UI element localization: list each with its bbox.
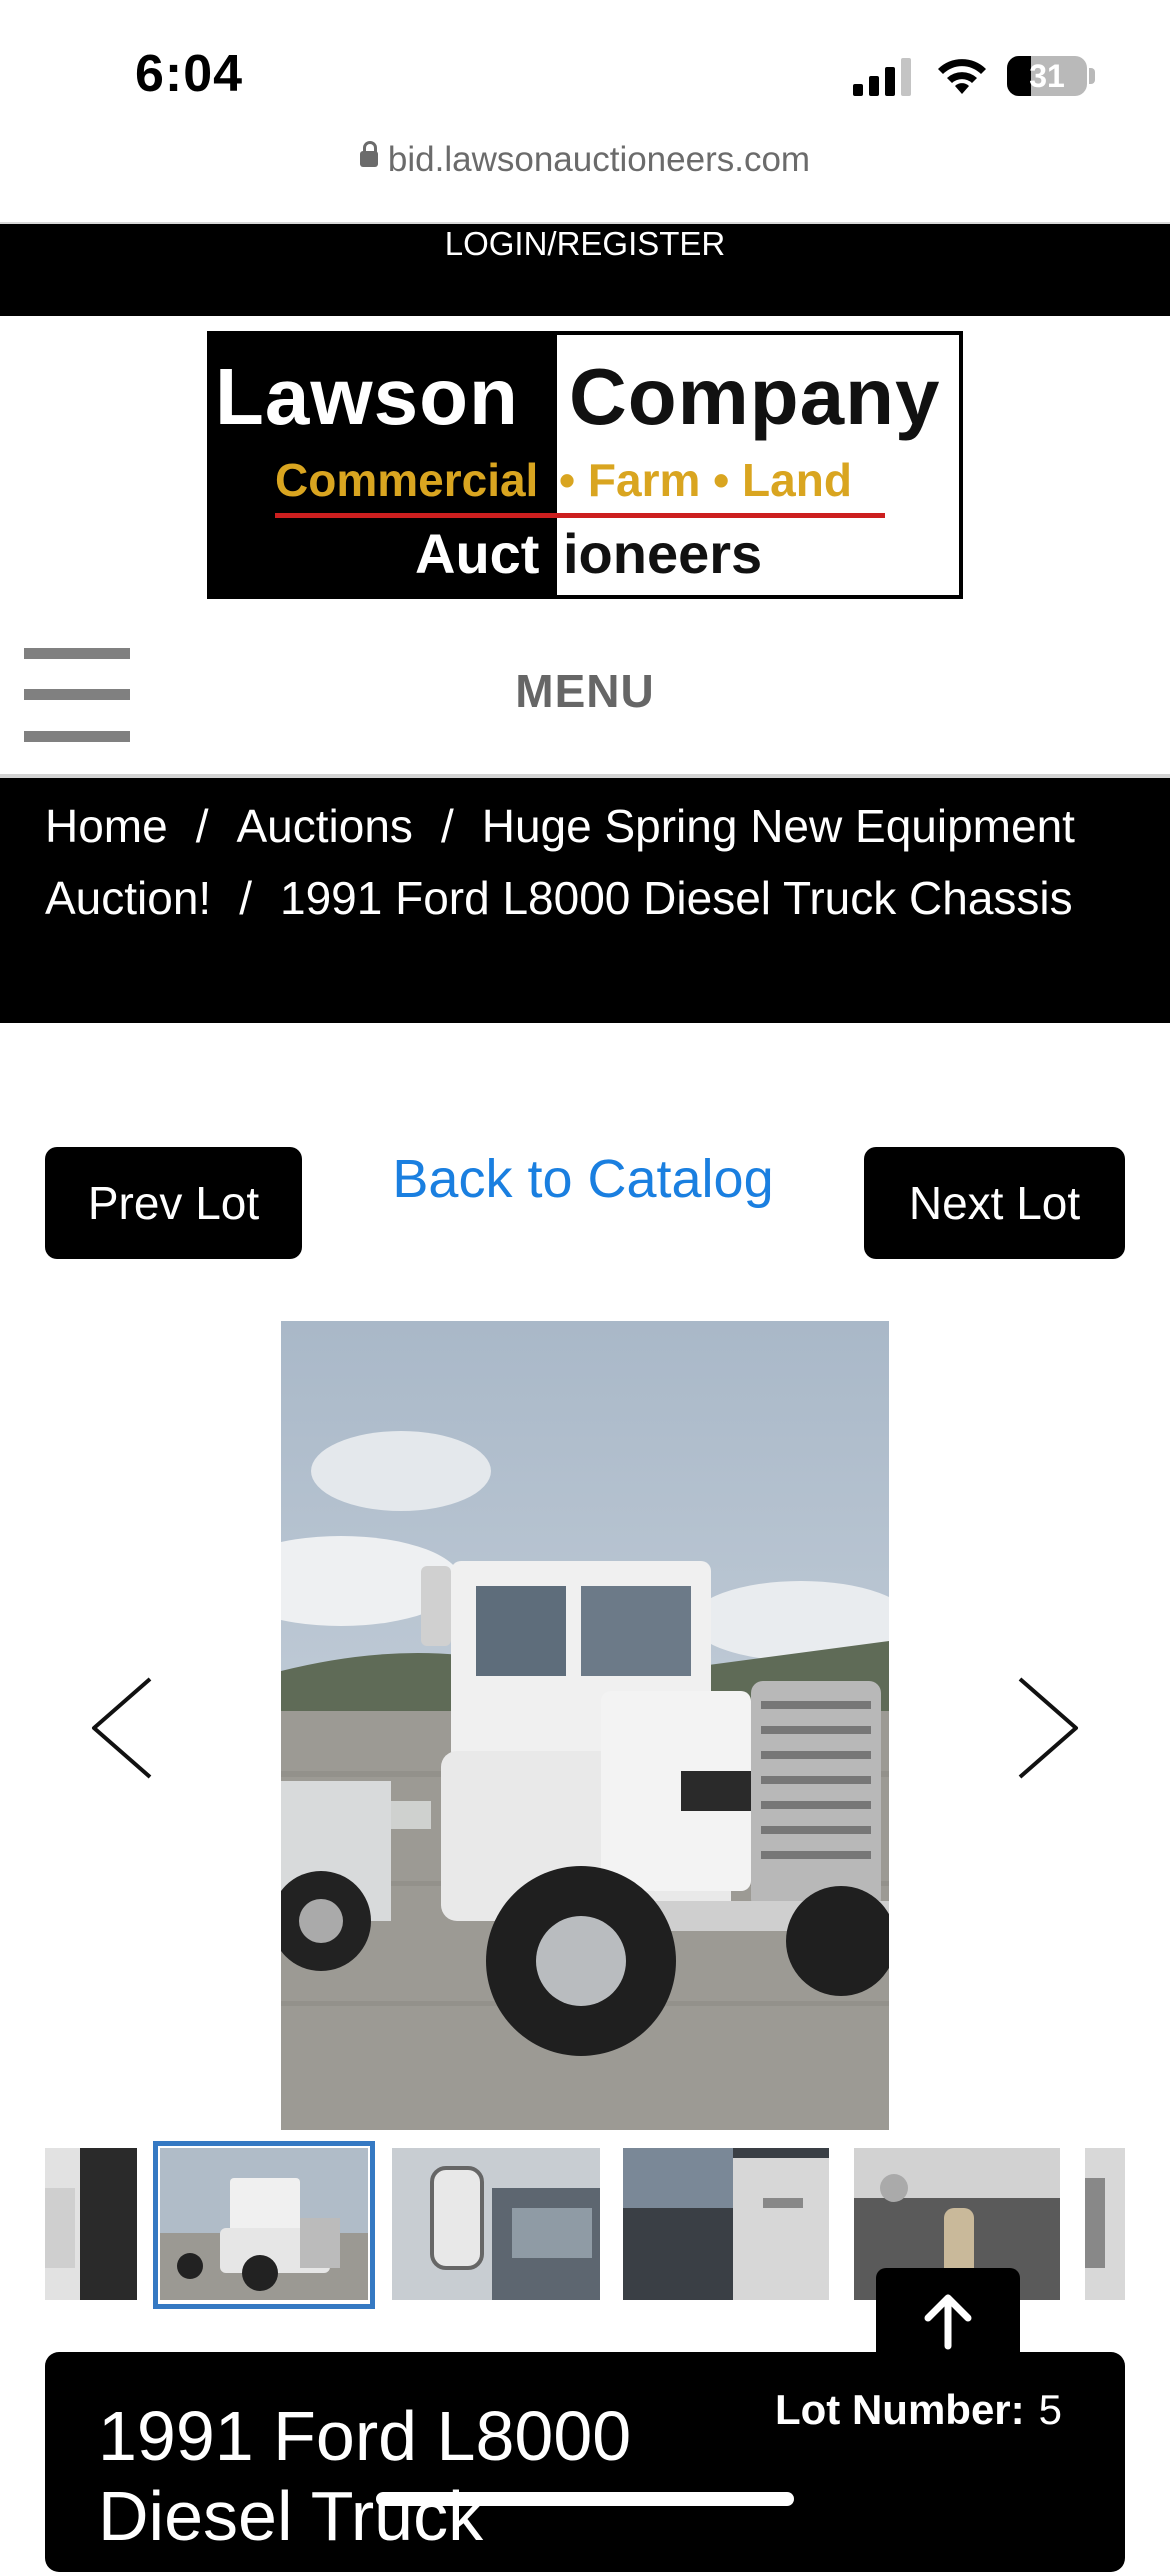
address-bar[interactable]: bid.lawsonauctioneers.com: [0, 140, 1170, 180]
url-text: bid.lawsonauctioneers.com: [387, 140, 811, 179]
thumbnail-3[interactable]: [392, 2148, 600, 2300]
status-time: 6:04: [135, 45, 244, 103]
thumbnail-selected-frame: [153, 2141, 375, 2309]
breadcrumb-trail: Home / Auctions / Huge Spring New Equipment …: [45, 800, 1075, 924]
lock-icon: [359, 140, 378, 167]
menu-label[interactable]: MENU: [0, 664, 1170, 718]
back-to-catalog-link[interactable]: Back to Catalog: [300, 1148, 866, 1210]
lot-number: Lot Number: 5: [775, 2386, 1062, 2434]
battery-icon: 31: [1007, 56, 1087, 96]
breadcrumb-auctions[interactable]: Auctions: [237, 800, 413, 852]
lot-number-label: Lot Number:: [775, 2386, 1025, 2433]
chevron-right-icon[interactable]: [1008, 1673, 1088, 1783]
breadcrumb-home[interactable]: Home: [45, 800, 168, 852]
wifi-icon: [938, 59, 986, 94]
login-register-link[interactable]: LOGIN/REGISTER: [0, 224, 1170, 264]
chevron-left-icon[interactable]: [82, 1673, 162, 1783]
lot-title: 1991 Ford L8000 Diesel Truck: [98, 2397, 632, 2555]
scroll-to-top-button[interactable]: [876, 2268, 1020, 2372]
home-indicator[interactable]: [376, 2492, 794, 2506]
battery-level: 31: [1029, 58, 1065, 94]
prev-lot-button[interactable]: Prev Lot: [45, 1147, 302, 1259]
thumbnail-4[interactable]: [623, 2148, 829, 2300]
lot-number-value: 5: [1038, 2386, 1063, 2433]
next-lot-button[interactable]: Next Lot: [864, 1147, 1125, 1259]
battery-tip: [1089, 68, 1095, 84]
arrow-up-icon: [924, 2294, 972, 2350]
thumbnail-1[interactable]: [45, 2148, 137, 2300]
company-logo[interactable]: Lawson Company Commercial • Farm • Land …: [207, 331, 963, 599]
signal-icon: [853, 58, 911, 96]
breadcrumb-current-lot: 1991 Ford L8000 Diesel Truck Chassis: [280, 872, 1073, 924]
thumbnail-6[interactable]: [1085, 2148, 1125, 2300]
lot-main-photo[interactable]: [281, 1321, 889, 2130]
